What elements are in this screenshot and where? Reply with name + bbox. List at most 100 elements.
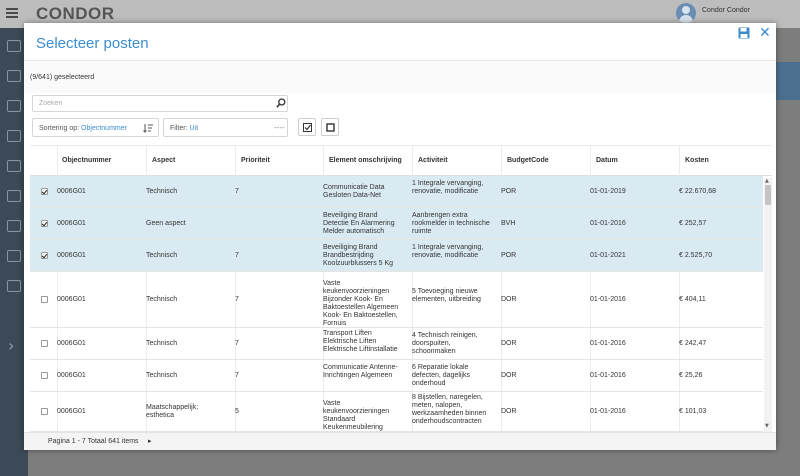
cell-element: Transport Liften Elektrische Liften Elek… (323, 330, 398, 353)
row-checkbox[interactable] (41, 188, 48, 195)
close-icon[interactable]: ✕ (759, 26, 771, 40)
selected-count: (9/641) geselecteerd (30, 74, 95, 81)
sidebar-list-icon[interactable] (7, 190, 21, 202)
table-row[interactable]: 0006G01 Technisch 7 Communicatie Data Geslo… (30, 176, 763, 208)
cell-kosten: € 2.525,70 (679, 252, 713, 259)
table-header: Objectnummer Aspect Prioriteit Element o… (30, 145, 772, 176)
sidebar-checklist-icon[interactable] (7, 250, 21, 262)
sidebar-building-icon[interactable] (7, 40, 21, 52)
sidebar-chart-icon[interactable] (7, 70, 21, 82)
background-panel (776, 62, 800, 100)
cell-element: Beveiliging Brand Detectie En Alarmering… (323, 212, 395, 235)
modal-header: Selecteer posten ✕ (24, 23, 776, 61)
col-budgetcode[interactable]: BudgetCode (507, 157, 549, 164)
search-input[interactable] (39, 96, 269, 111)
filter-label: Filter: (170, 125, 188, 132)
cell-aspect: Technisch (146, 296, 178, 303)
cell-objectnummer: 0006G01 (57, 188, 86, 195)
app-logo: CONDOR (36, 4, 115, 23)
col-kosten[interactable]: Kosten (685, 157, 709, 164)
cell-budgetcode: DOR (501, 340, 517, 347)
col-datum[interactable]: Datum (596, 157, 618, 164)
table-row[interactable]: 0006G01 Technisch 7 Transport Liften Elektr… (30, 328, 763, 360)
sidebar-tools-icon[interactable] (7, 100, 21, 112)
cell-activiteit: Aanbrengen extra rookmelder in technisch… (412, 212, 490, 235)
cell-budgetcode: DOR (501, 296, 517, 303)
cell-aspect: Technisch (146, 372, 178, 379)
cell-budgetcode: POR (501, 252, 517, 259)
cell-objectnummer: 0006G01 (57, 296, 86, 303)
cell-budgetcode: DOR (501, 408, 517, 415)
row-checkbox[interactable] (41, 340, 48, 347)
cell-activiteit: 8 Bijstellen, naregelen, meten, nalopen,… (412, 394, 487, 425)
cell-kosten: € 25,26 (679, 372, 703, 379)
cell-objectnummer: 0006G01 (57, 372, 86, 379)
cell-aspect: Maatschappelijk; esthetica (146, 404, 199, 419)
search-icon[interactable] (276, 98, 286, 108)
next-page-icon[interactable]: ▸ (148, 437, 152, 445)
table-row[interactable]: 0006G01 Geen aspect Beveiliging Brand Dete… (30, 208, 763, 240)
sidebar-document-icon[interactable] (7, 160, 21, 172)
search-box[interactable] (32, 95, 288, 112)
hamburger-menu-icon[interactable] (6, 8, 18, 18)
scroll-down-icon[interactable]: ▼ (765, 423, 769, 429)
pagination-info: Pagina 1 - 7 Totaal 641 items (48, 438, 139, 445)
cell-element: Beveiliging Brand Brandbestrijding Koolz… (323, 244, 394, 267)
row-checkbox[interactable] (41, 296, 48, 303)
cell-prioriteit: 7 (235, 188, 239, 195)
selection-bar: (9/641) geselecteerd (24, 61, 776, 93)
table-row[interactable]: 0006G01 Technisch 7 Communicatie Antenne-In… (30, 360, 763, 392)
sidebar-shield-icon[interactable] (7, 220, 21, 232)
modal-title: Selecteer posten (36, 35, 149, 52)
filter-value: Uit (189, 125, 199, 132)
cell-datum: 01-01-2021 (590, 252, 626, 259)
user-name[interactable]: Condor Condor (702, 7, 750, 14)
sort-label: Sortering op: (39, 125, 80, 132)
cell-aspect: Geen aspect (146, 220, 186, 227)
col-aspect[interactable]: Aspect (152, 157, 175, 164)
cell-datum: 01-01-2016 (590, 408, 626, 415)
sort-value: Objectnummer (81, 125, 127, 132)
col-objectnummer[interactable]: Objectnummer (62, 157, 111, 164)
pagination-footer: Pagina 1 - 7 Totaal 641 items ▸ (24, 432, 776, 450)
sort-dropdown[interactable]: Sortering op: Objectnummer (32, 118, 159, 137)
cell-datum: 01-01-2016 (590, 296, 626, 303)
cell-activiteit: 5 Toevoeging nieuwe elementen, uitbreidi… (412, 288, 481, 303)
select-all-button[interactable] (298, 118, 316, 136)
row-checkbox[interactable] (41, 220, 48, 227)
cell-activiteit: 6 Reparatie lokale defecten, dagelijks o… (412, 364, 470, 387)
sidebar-report-icon[interactable] (7, 280, 21, 292)
cell-element: Communicatie Antenne-Inrichtingen Algeme… (323, 364, 398, 379)
cell-activiteit: 4 Technisch reinigen, doorspuiten, schoo… (412, 332, 478, 355)
table-row[interactable]: 0006G01 Technisch 7 Beveiliging Brand Brand… (30, 240, 763, 272)
scroll-up-icon[interactable]: ▲ (765, 178, 769, 184)
table-row[interactable]: 0006G01 Maatschappelijk; esthetica 5 Vaste … (30, 392, 763, 432)
cell-datum: 01-01-2016 (590, 340, 626, 347)
row-checkbox[interactable] (41, 252, 48, 259)
user-avatar[interactable] (676, 3, 696, 23)
col-element[interactable]: Element omschrijving (329, 157, 402, 164)
cell-kosten: € 252,57 (679, 220, 707, 227)
cell-element: Vaste keukenvoorzieningen Bijzonder Kook… (323, 280, 399, 327)
scrollbar-thumb[interactable] (765, 185, 771, 205)
cell-objectnummer: 0006G01 (57, 220, 86, 227)
table-row[interactable]: 0006G01 Technisch 7 Vaste keukenvoorziening… (30, 272, 763, 328)
col-prioriteit[interactable]: Prioriteit (241, 157, 270, 164)
sidebar-grid-icon[interactable] (7, 130, 21, 142)
table-scrollbar[interactable]: ▲ ▼ (764, 178, 772, 432)
row-checkbox[interactable] (41, 408, 48, 415)
cell-objectnummer: 0006G01 (57, 252, 86, 259)
cell-datum: 01-01-2016 (590, 372, 626, 379)
sort-order-icon[interactable] (143, 123, 154, 133)
save-icon[interactable] (738, 27, 750, 39)
sidebar-expand-icon[interactable]: › (8, 336, 14, 355)
cell-aspect: Technisch (146, 188, 178, 195)
cell-prioriteit: 7 (235, 340, 239, 347)
cell-element: Communicatie Data Gesloten Data-Net (323, 184, 385, 199)
deselect-all-button[interactable] (321, 118, 339, 136)
cell-objectnummer: 0006G01 (57, 408, 86, 415)
filter-dropdown[interactable]: Filter: Uit ---- (163, 118, 288, 137)
row-checkbox[interactable] (41, 372, 48, 379)
table-body: 0006G01 Technisch 7 Communicatie Data Geslo… (30, 176, 763, 432)
col-activiteit[interactable]: Activiteit (418, 157, 448, 164)
